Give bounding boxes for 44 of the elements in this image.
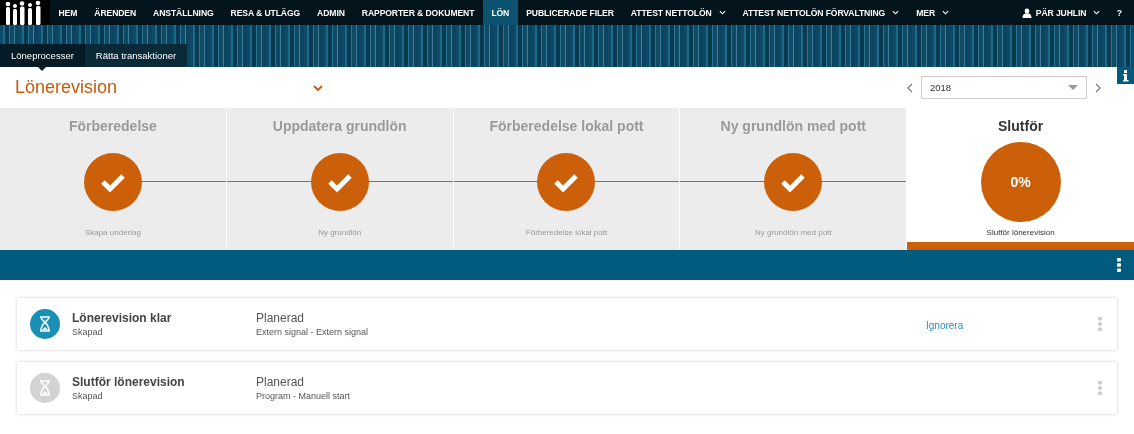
- step-subtitle: Förberedelse lokal pott: [525, 228, 608, 237]
- task-status: Planerad: [256, 375, 306, 389]
- nav-menu-item[interactable]: ATTEST NETTOLÖN: [622, 0, 735, 25]
- nav-menu-item[interactable]: LÖN: [482, 0, 518, 25]
- process-step-panel[interactable]: Slutför 0% Slutför lönerevision: [907, 108, 1134, 250]
- nav-menu-item[interactable]: ÄRENDEN: [85, 0, 145, 25]
- year-dropdown[interactable]: 2018: [921, 76, 1087, 99]
- task-trigger: Extern signal - Extern signal: [256, 327, 370, 337]
- nav-menu-item[interactable]: HEM: [50, 0, 86, 25]
- task-title: Slutför lönerevision: [72, 375, 186, 389]
- nav-menu-item[interactable]: RAPPORTER & DOKUMENT: [353, 0, 483, 25]
- nav-menu-item[interactable]: ANSTÄLLNING: [144, 0, 223, 25]
- nav-menu-item[interactable]: ATTEST NETTOLÖN FÖRVALTNING: [734, 0, 908, 25]
- page-title: Lönerevision: [15, 77, 118, 98]
- step-title: Förberedelse: [68, 118, 157, 134]
- step-title: Ny grundlön med pott: [720, 118, 866, 134]
- step-title: Slutför: [998, 118, 1044, 134]
- task-status: Planerad: [256, 311, 306, 325]
- people-logo-icon[interactable]: [0, 0, 50, 25]
- step-subtitle: Skapa underlag: [84, 228, 141, 237]
- dropdown-arrow-icon: [1068, 85, 1078, 90]
- step-subtitle: Ny grundlön med pott: [755, 228, 832, 237]
- more-options-icon[interactable]: [1117, 258, 1121, 272]
- task-title: Lönerevision klar: [72, 311, 173, 325]
- progress-circle: 0%: [980, 142, 1061, 222]
- task-state: Skapad: [72, 391, 104, 401]
- step-subtitle: Ny grundlön: [318, 228, 362, 237]
- sub-tab[interactable]: Rätta transaktioner: [84, 44, 188, 67]
- nav-menu-item[interactable]: MER: [907, 0, 958, 25]
- nav-menu-item[interactable]: ADMIN: [308, 0, 354, 25]
- step-title: Förberedelse lokal pott: [489, 118, 644, 134]
- task-trigger: Program - Manuell start: [256, 391, 352, 401]
- user-icon: [1021, 7, 1032, 18]
- nav-menu-item[interactable]: PUBLICERADE FILER: [517, 0, 623, 25]
- user-menu[interactable]: PÄR JUHLIN: [1013, 0, 1109, 25]
- chevron-down-icon[interactable]: [313, 84, 324, 91]
- caret-icon: [1093, 10, 1101, 15]
- step-subtitle: Slutför lönerevision: [986, 228, 1055, 237]
- nav-menu-item[interactable]: RESA & UTLÄGG: [222, 0, 309, 25]
- info-icon[interactable]: [1117, 67, 1134, 84]
- help-button[interactable]: ?: [1108, 0, 1134, 25]
- task-state: Skapad: [72, 327, 104, 337]
- step-title: Uppdatera grundlön: [272, 118, 407, 134]
- ignore-link[interactable]: Ignorera: [926, 320, 964, 331]
